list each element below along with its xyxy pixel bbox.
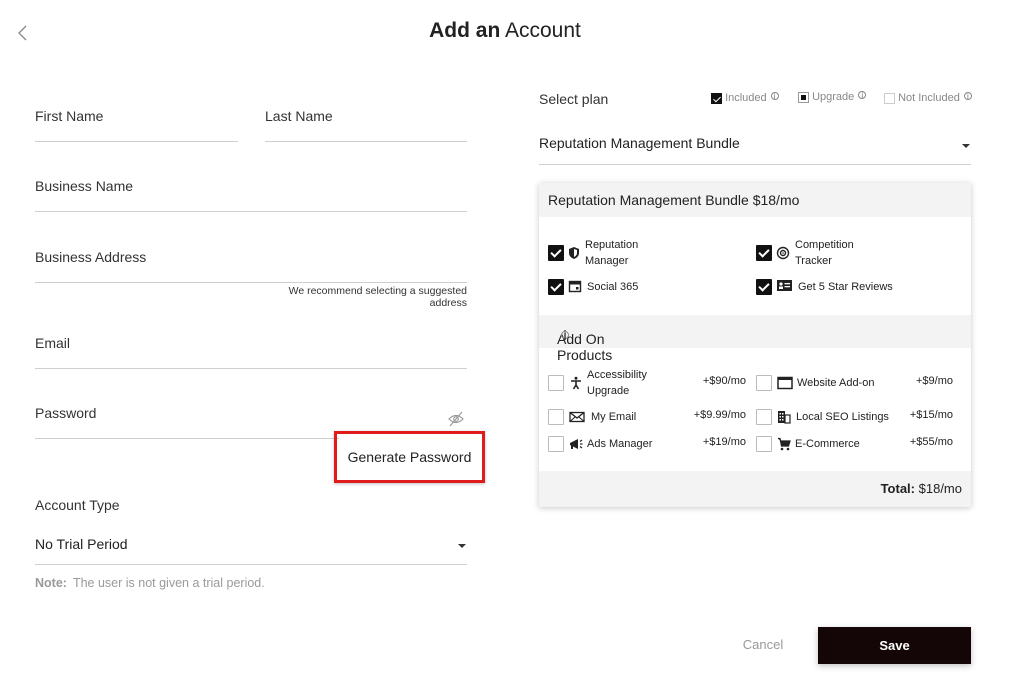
shield-icon xyxy=(569,247,579,259)
total-value: $18/mo xyxy=(918,481,962,496)
bundle-title: Reputation Management Bundle $18/mo xyxy=(548,192,800,208)
chevron-down-icon xyxy=(962,144,970,148)
addon-price-accessibility: +$90/mo xyxy=(702,375,746,387)
info-icon: i xyxy=(963,92,972,101)
upgrade-box-icon xyxy=(798,91,809,103)
legend-not-included-label: Not Included xyxy=(898,92,960,104)
included-item-social-365: Social 365 xyxy=(587,281,639,293)
addon-price-my-email: +$9.99/mo xyxy=(693,409,746,421)
save-button[interactable]: Save xyxy=(818,627,971,664)
included-check xyxy=(548,279,564,295)
building-icon xyxy=(778,411,791,424)
plan-select[interactable]: Reputation Management Bundle xyxy=(539,135,971,165)
last-name-label: Last Name xyxy=(265,108,333,124)
business-name-label: Business Name xyxy=(35,178,134,194)
account-type-select[interactable]: No Trial Period xyxy=(35,536,467,565)
addon-label-website: Website Add-on xyxy=(797,377,875,389)
plan-select-value: Reputation Management Bundle xyxy=(539,135,740,151)
included-check xyxy=(756,279,772,295)
addon-checkbox-accessibility[interactable] xyxy=(548,375,564,391)
bundle-header: Reputation Management Bundle $18/mo xyxy=(539,183,971,217)
review-card-icon xyxy=(777,280,792,291)
total: Total: $18/mo xyxy=(881,481,962,496)
hide-password-icon[interactable] xyxy=(447,410,465,428)
note-label: Note: xyxy=(35,576,67,590)
business-name-field[interactable]: Business Name xyxy=(35,178,467,212)
legend-upgrade-label: Upgrade xyxy=(812,91,855,103)
account-type-value: No Trial Period xyxy=(35,536,128,552)
trial-note: Note: The user is not given a trial perio… xyxy=(35,576,265,590)
chevron-down-icon xyxy=(458,544,466,548)
address-hint: We recommend selecting a suggested addre… xyxy=(288,285,467,309)
total-footer: Total: $18/mo xyxy=(539,471,971,507)
addon-price-website: +$9/mo xyxy=(916,375,953,387)
plan-card: Reputation Management Bundle $18/mo Repu… xyxy=(539,183,971,507)
info-icon: i xyxy=(858,91,867,100)
addon-label-ads-manager: Ads Manager xyxy=(587,438,653,450)
legend-not-included: Not Included i xyxy=(884,92,972,104)
megaphone-icon xyxy=(570,439,583,449)
addon-price-local-seo: +$15/mo xyxy=(909,409,953,421)
addon-checkbox-local-seo[interactable] xyxy=(756,409,772,425)
browser-window-icon xyxy=(777,376,793,390)
cancel-button[interactable]: Cancel xyxy=(725,628,801,660)
included-item-reputation-manager: Reputation Manager xyxy=(585,239,639,267)
info-icon: i xyxy=(770,92,779,101)
addon-checkbox-website[interactable] xyxy=(756,375,772,391)
addon-checkbox-my-email[interactable] xyxy=(548,409,564,425)
accessibility-icon xyxy=(571,376,581,390)
last-name-field[interactable]: Last Name xyxy=(265,108,467,142)
note-text: The user is not given a trial period. xyxy=(72,576,265,590)
checked-box-icon xyxy=(711,92,722,104)
info-icon: i xyxy=(561,328,569,342)
included-item-competition-tracker: Competition Tracker xyxy=(795,239,854,267)
addon-checkbox-ecommerce[interactable] xyxy=(756,436,772,452)
addon-label-accessibility: Accessibility Upgrade xyxy=(587,369,647,397)
addon-label-ecommerce: E-Commerce xyxy=(795,438,860,450)
select-plan-label: Select plan xyxy=(539,91,609,107)
business-address-label: Business Address xyxy=(35,249,147,265)
password-label: Password xyxy=(35,405,97,421)
envelope-icon xyxy=(569,411,585,423)
generate-password-button[interactable]: Generate Password xyxy=(339,436,480,478)
addon-price-ads-manager: +$19/mo xyxy=(702,436,746,448)
account-type-label: Account Type xyxy=(35,497,120,513)
addon-label-my-email: My Email xyxy=(591,411,637,423)
included-check xyxy=(756,245,772,261)
addon-price-ecommerce: +$55/mo xyxy=(909,436,953,448)
first-name-field[interactable]: First Name xyxy=(35,108,238,142)
business-address-field[interactable]: Business Address xyxy=(35,249,467,283)
first-name-label: First Name xyxy=(35,108,104,124)
addon-checkbox-ads-manager[interactable] xyxy=(548,436,564,452)
addon-label-local-seo: Local SEO Listings xyxy=(796,411,889,423)
addons-header: Add On Products i xyxy=(539,315,971,363)
empty-box-icon xyxy=(884,92,895,104)
legend-included-label: Included xyxy=(725,92,767,104)
target-icon xyxy=(776,246,790,260)
email-field[interactable]: Email xyxy=(35,335,467,369)
cart-icon xyxy=(778,437,791,451)
email-label: Email xyxy=(35,335,71,351)
included-check xyxy=(548,245,564,261)
total-label: Total: xyxy=(880,481,915,496)
calendar-icon xyxy=(568,280,582,293)
included-item-get-5-star-reviews: Get 5 Star Reviews xyxy=(798,281,893,293)
page-title-bold: Add an xyxy=(429,19,501,42)
page-title: Add an Account xyxy=(0,19,1010,43)
page-title-rest: Account xyxy=(504,19,581,42)
legend-upgrade: Upgrade i xyxy=(798,91,867,103)
legend-included: Included i xyxy=(711,92,779,104)
